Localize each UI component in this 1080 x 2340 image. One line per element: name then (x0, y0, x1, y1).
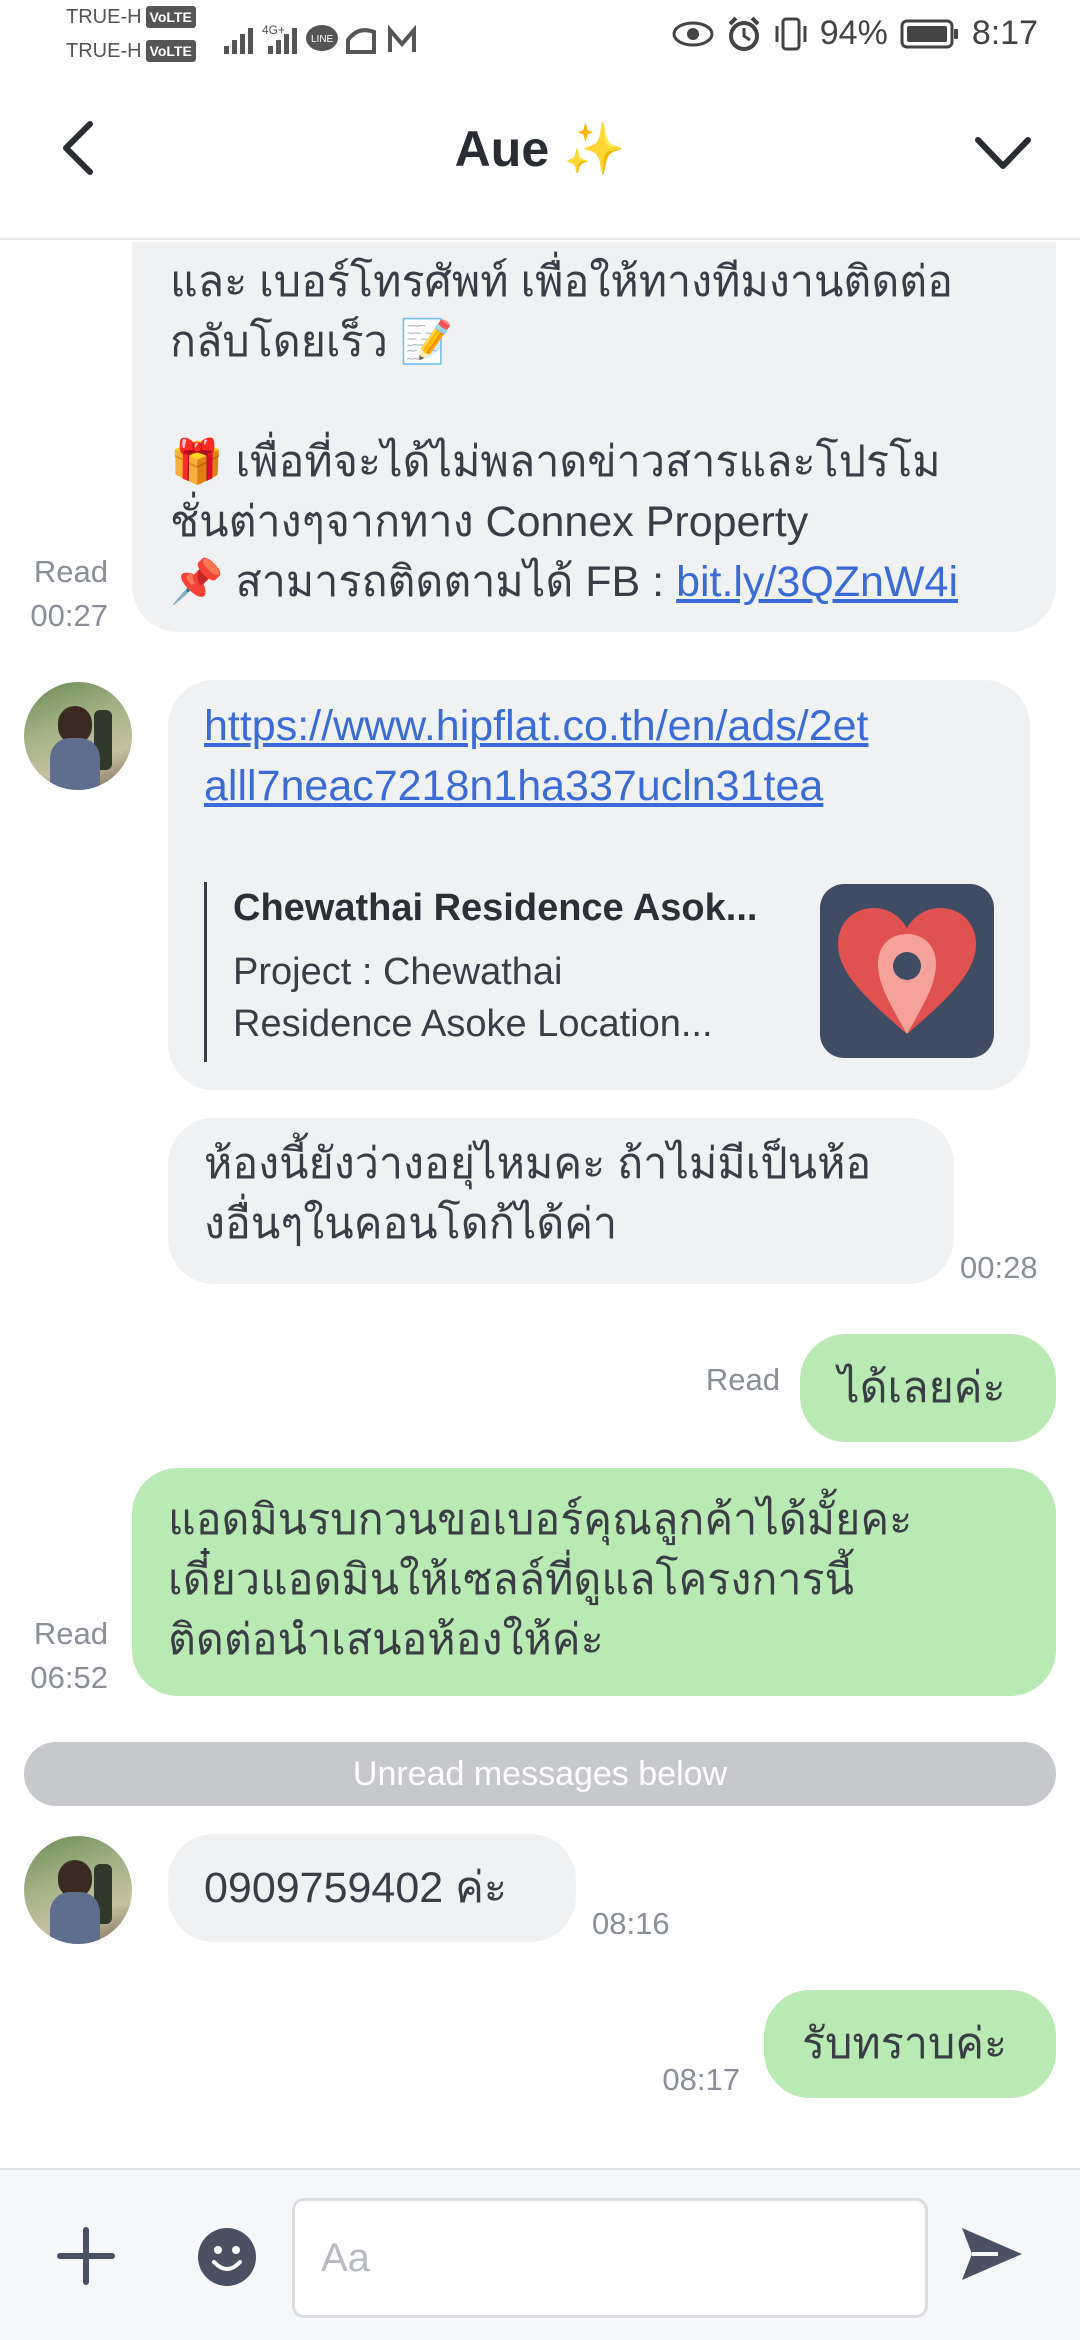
chat-title: Aue ✨ (454, 121, 626, 177)
message-bubble-incoming[interactable]: 0909759402 ค่ะ (168, 1834, 576, 1942)
message-time: 08:16 (592, 1906, 670, 1941)
message-meta: Read 06:52 (18, 1612, 108, 1700)
link-preview-title: Chewathai Residence Asok... (233, 887, 758, 929)
hipflat-link[interactable]: alll7neac7218n1ha337ucln31tea (204, 756, 1004, 816)
message-bubble-outgoing[interactable]: ได้เลยค่ะ (800, 1334, 1056, 1442)
hipflat-logo-icon (838, 908, 976, 1034)
link-preview-description: Residence Asoke Location... (233, 1003, 713, 1045)
message-bubble-incoming[interactable]: ห้องนี้ยังว่างอยุ่ไหมคะ ถ้าไม่มีเป็นห้อ … (168, 1118, 954, 1284)
sparkle-emoji: ✨ (563, 121, 626, 177)
message-text: และ เบอร์โทรศัพท์ เพื่อให้ทางทีมงานติดต่… (170, 258, 954, 306)
message-text: งอื่นๆในคอนโดก้ได้ค่า (204, 1200, 618, 1248)
link-preview-thumbnail[interactable] (820, 884, 994, 1058)
message-time: 00:27 (30, 598, 108, 633)
read-status: Read (705, 1362, 780, 1397)
status-right: 94% 8:17 (672, 14, 1038, 53)
vibrate-icon (775, 17, 807, 50)
avatar[interactable] (24, 682, 132, 790)
send-icon[interactable] (958, 2222, 1026, 2286)
message-text: ติดต่อนำเสนอห้องให้ค่ะ (168, 1616, 604, 1664)
chat-header: Aue ✨ (0, 72, 1080, 240)
message-bubble-outgoing[interactable]: แอดมินรบกวนขอเบอร์คุณลูกค้าได้มั้ยคะ เดี… (132, 1468, 1056, 1696)
message-text: 📌 สามารถติดตามได้ FB : (170, 558, 677, 606)
unread-divider: Unread messages below (24, 1742, 1056, 1806)
plus-icon[interactable] (54, 2224, 118, 2288)
alarm-icon (728, 16, 760, 51)
signal-icons: 4G+ LINE (224, 23, 416, 54)
read-status: Read (33, 1616, 108, 1651)
input-bar: Aa (0, 2168, 1080, 2340)
message-text: แอดมินรบกวนขอเบอร์คุณลูกค้าได้มั้ยคะ (168, 1496, 913, 1544)
facebook-link[interactable]: bit.ly/3QZnW4i (676, 558, 958, 606)
emoji-icon[interactable] (196, 2226, 258, 2288)
message-time: 00:28 (960, 1250, 1038, 1285)
message-bubble-outgoing[interactable]: รับทราบค่ะ (764, 1990, 1056, 2098)
svg-text:4G+: 4G+ (262, 23, 285, 37)
eye-icon (672, 21, 714, 46)
hipflat-link[interactable]: https://www.hipflat.co.th/en/ads/2et (204, 696, 1004, 756)
carrier-1: TRUE-H VoLTE (66, 6, 196, 28)
message-time: 06:52 (30, 1660, 108, 1695)
message-text: เดี๋ยวแอดมินให้เซลล์ที่ดูแลโครงการนี้ (168, 1556, 855, 1604)
battery-percent: 94% (819, 14, 888, 52)
clock: 8:17 (971, 14, 1038, 52)
message-meta: Read 00:27 (18, 550, 108, 638)
message-text: กลับโดยเร็ว 📝 (170, 318, 454, 366)
status-bar: TRUE-H VoLTE TRUE-H VoLTE 4G+ LINE 94% 8:1… (0, 0, 1080, 72)
message-text: รับทราบค่ะ (802, 2020, 1008, 2068)
message-text: ห้องนี้ยังว่างอยุ่ไหมคะ ถ้าไม่มีเป็นห้อ (204, 1140, 872, 1188)
link-preview-description: Project : Chewathai (233, 951, 563, 993)
message-input[interactable]: Aa (292, 2198, 928, 2318)
avatar[interactable] (24, 1836, 132, 1944)
chevron-down-icon[interactable] (972, 128, 1034, 178)
message-text: 0909759402 ค่ะ (204, 1864, 507, 1912)
message-time: 08:17 (662, 2062, 740, 2097)
read-status: Read (33, 554, 108, 589)
carrier-2: TRUE-H VoLTE (66, 40, 196, 62)
chat-area[interactable]: และ เบอร์โทรศัพท์ เพื่อให้ทางทีมงานติดต่… (0, 242, 1080, 2168)
battery-icon (900, 19, 958, 48)
link-preview[interactable]: Chewathai Residence Asok... Project : Ch… (204, 882, 784, 1062)
message-bubble-outgoing[interactable]: และ เบอร์โทรศัพท์ เพื่อให้ทางทีมงานติดต่… (132, 242, 1056, 632)
message-text: ชั่นต่างๆจากทาง Connex Property (170, 498, 809, 546)
message-text: 🎁 เพื่อที่จะได้ไม่พลาดข่าวสารและโปรโม (170, 438, 941, 486)
svg-text:LINE: LINE (311, 34, 334, 45)
message-text: ได้เลยค่ะ (838, 1364, 1006, 1412)
